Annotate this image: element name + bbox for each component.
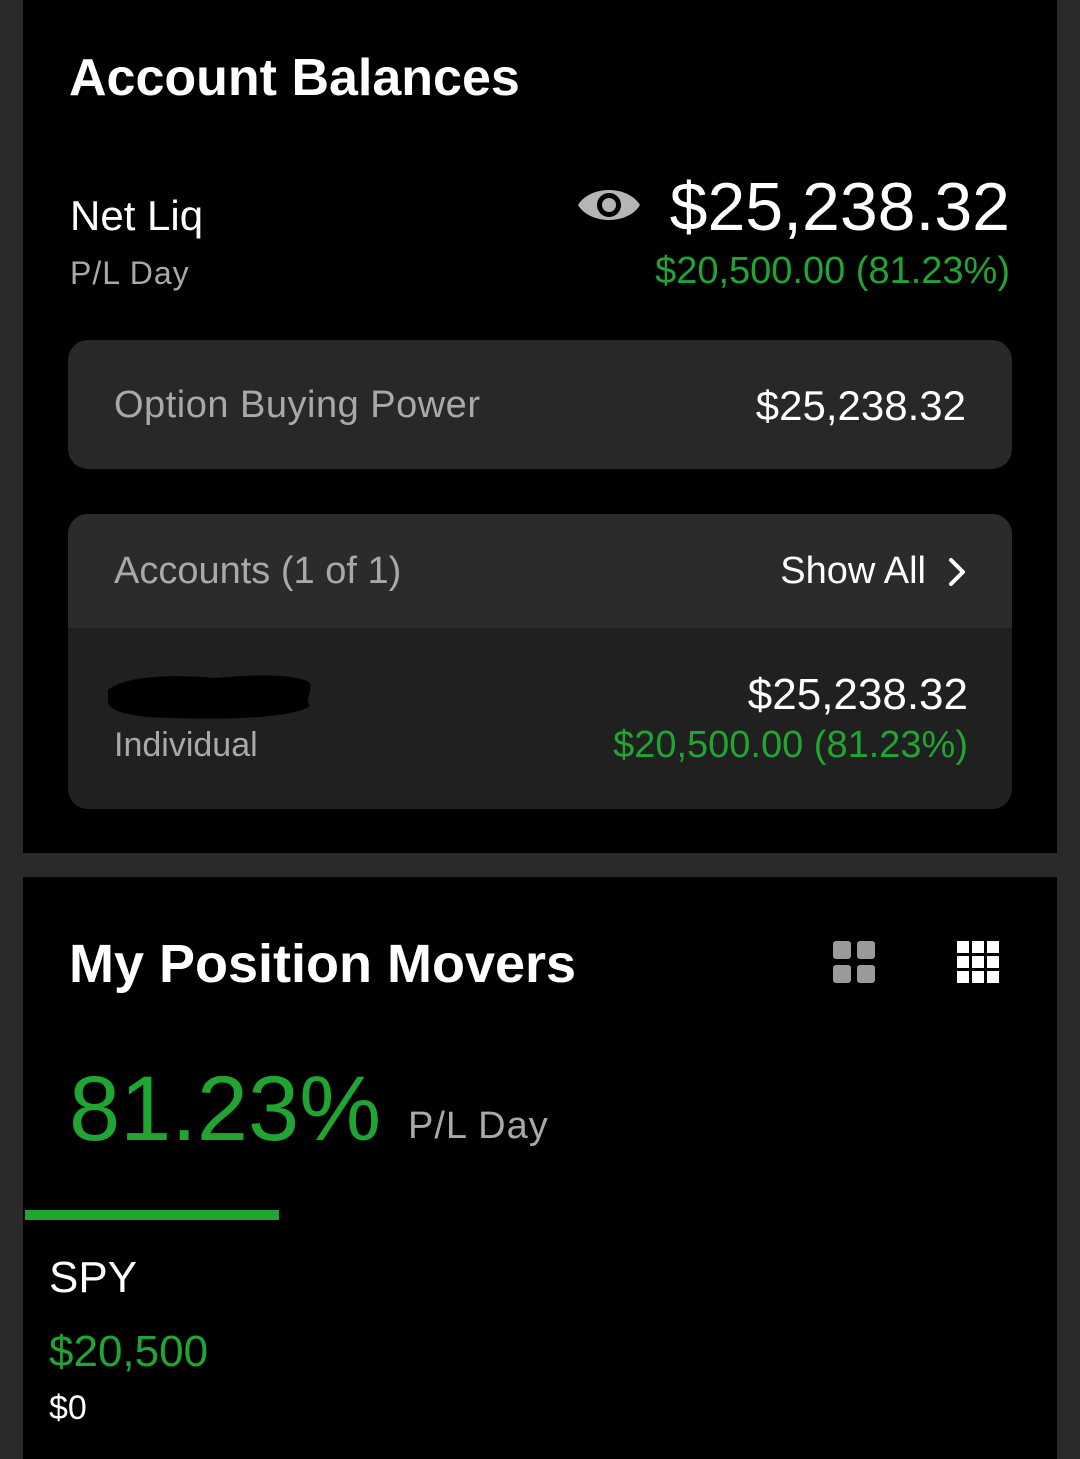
net-liq-label: Net Liq (70, 192, 204, 239)
pl-day-value: $20,500.00 (81.23%) (655, 250, 1010, 292)
option-buying-power-label: Option Buying Power (114, 384, 481, 426)
position-pl: $20,500 (49, 1327, 209, 1376)
pl-percent: 81.23% (69, 1058, 382, 1160)
option-buying-power-value: $25,238.32 (755, 382, 966, 429)
account-type: Individual (114, 726, 258, 764)
account-value: $25,238.32 (747, 670, 968, 719)
eye-icon[interactable] (576, 180, 642, 230)
pl-day-label: P/L Day (70, 255, 190, 291)
position-movers-title: My Position Movers (69, 934, 577, 994)
pl-percent-label: P/L Day (408, 1105, 549, 1147)
position-indicator-bar (25, 1210, 279, 1220)
position-symbol: SPY (49, 1253, 138, 1302)
position-value: $0 (49, 1389, 87, 1427)
accounts-panel: Accounts (1 of 1) Show All Individual $2… (68, 514, 1012, 809)
position-movers-card: My Position Movers 81.23% P/L Day SPY $2… (23, 877, 1057, 1459)
chevron-right-icon[interactable] (946, 554, 970, 590)
net-liq-value: $25,238.32 (669, 169, 1010, 245)
account-row[interactable]: Individual $25,238.32 $20,500.00 (81.23%… (68, 628, 1012, 809)
option-buying-power-row[interactable]: Option Buying Power $25,238.32 (68, 340, 1012, 469)
account-pl: $20,500.00 (81.23%) (613, 724, 968, 766)
account-balances-card: Account Balances Net Liq P/L Day $25,238… (23, 0, 1057, 853)
redacted-account-name (104, 668, 316, 724)
accounts-header: Accounts (1 of 1) Show All (68, 514, 1012, 628)
grid-small-view-icon[interactable] (957, 941, 999, 983)
show-all-button[interactable]: Show All (780, 550, 926, 593)
accounts-count: Accounts (1 of 1) (114, 550, 402, 592)
grid-large-view-icon[interactable] (833, 941, 875, 983)
account-balances-title: Account Balances (69, 49, 520, 107)
